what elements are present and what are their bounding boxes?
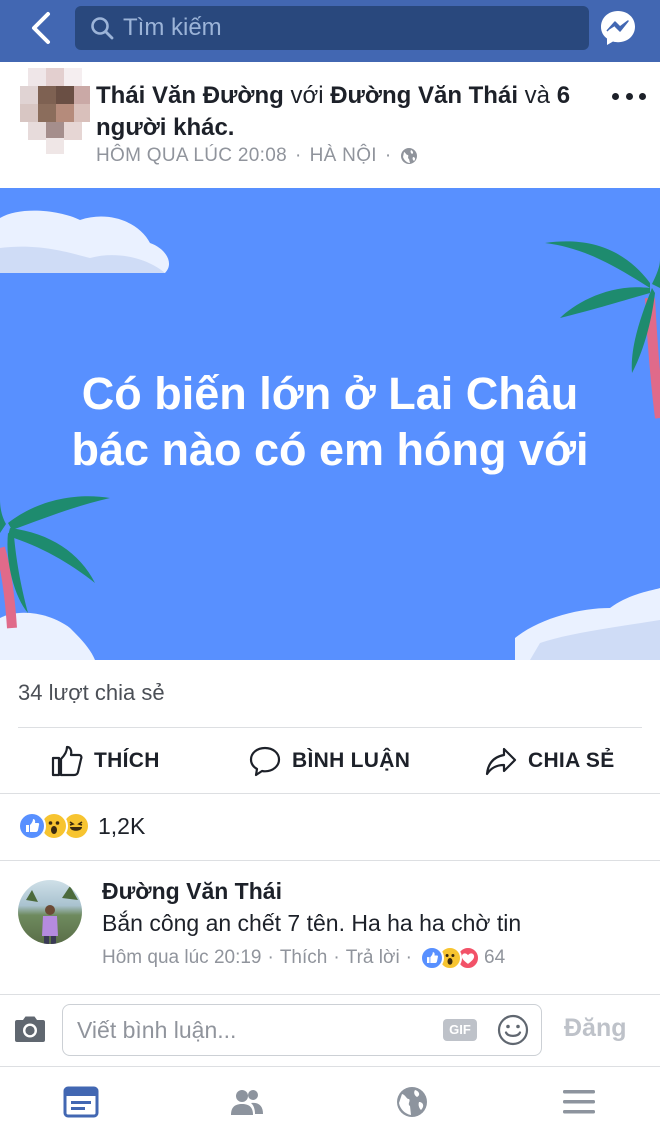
comment-time: Hôm qua lúc 20:19 [102, 947, 262, 968]
globe-icon[interactable] [394, 1085, 430, 1119]
banner-text: Có biến lớn ở Lai Châu bác nào có em hón… [0, 366, 660, 478]
post-title: Thái Văn Đường với Đường Văn Thái và 6 n… [96, 80, 596, 144]
sticker-icon[interactable] [497, 1014, 529, 1046]
back-icon[interactable] [22, 8, 62, 48]
bottom-tab-bar [0, 1066, 660, 1135]
post-time[interactable]: HÔM QUA LÚC 20:08 [96, 145, 287, 167]
post-comment-button[interactable]: Đăng [564, 1014, 627, 1043]
like-label: THÍCH [94, 749, 160, 772]
camera-icon[interactable] [13, 1014, 47, 1044]
search-placeholder: Tìm kiếm [123, 14, 222, 41]
thumbs-up-icon [51, 745, 83, 777]
and-word: và [524, 82, 551, 109]
comment-reply-link[interactable]: Trả lời [346, 947, 400, 969]
divider [18, 727, 642, 728]
divider [0, 793, 660, 794]
search-icon [91, 17, 114, 40]
post-actions: THÍCH BÌNH LUẬN CHIA SẺ [0, 730, 660, 792]
menu-icon[interactable] [561, 1085, 597, 1119]
comment-reaction-count: 64 [484, 947, 506, 968]
with-word: với [290, 82, 324, 109]
comment-label: BÌNH LUẬN [292, 749, 411, 772]
comment-input[interactable]: Viết bình luận... GIF [62, 1004, 542, 1056]
more-options-icon[interactable] [612, 84, 646, 108]
messenger-icon[interactable] [598, 8, 638, 48]
public-globe-icon [400, 148, 417, 164]
comment-button[interactable]: BÌNH LUẬN [248, 744, 410, 778]
comment-item: Đường Văn Thái Bắn công an chết 7 tên. H… [0, 862, 660, 994]
like-button[interactable]: THÍCH [50, 744, 160, 778]
reactions-summary[interactable]: 1,2K [18, 812, 145, 840]
comment-text: Bắn công an chết 7 tên. Ha ha ha chờ tin [102, 910, 522, 936]
divider [0, 994, 660, 995]
share-count[interactable]: 34 lượt chia sẻ [18, 680, 165, 706]
post-meta: HÔM QUA LÚC 20:08 · HÀ NỘI · [96, 145, 418, 167]
reaction-count: 1,2K [98, 812, 146, 839]
comment-icon [249, 746, 281, 777]
like-icon [420, 946, 444, 970]
post-location[interactable]: HÀ NỘI [310, 145, 377, 167]
share-button[interactable]: CHIA SẺ [484, 744, 615, 778]
banner-line-1: Có biến lớn ở Lai Châu [81, 368, 579, 419]
post-banner[interactable]: Có biến lớn ở Lai Châu bác nào có em hón… [0, 188, 660, 660]
friends-icon[interactable] [229, 1085, 265, 1119]
like-icon [18, 812, 46, 840]
share-label: CHIA SẺ [528, 749, 615, 772]
comment-placeholder: Viết bình luận... [77, 1017, 237, 1043]
tagged-name[interactable]: Đường Văn Thái [330, 82, 518, 109]
comment-meta: Hôm qua lúc 20:19 · Thích · Trả lời · 64 [102, 946, 506, 970]
banner-line-2: bác nào có em hóng với [71, 424, 589, 475]
search-bar[interactable]: Tìm kiếm [75, 6, 589, 50]
comment-like-link[interactable]: Thích [280, 947, 328, 969]
author-name[interactable]: Thái Văn Đường [96, 82, 284, 109]
divider [0, 860, 660, 861]
gif-button[interactable]: GIF [443, 1019, 477, 1041]
top-bar: Tìm kiếm [0, 0, 660, 62]
commenter-avatar[interactable] [18, 880, 82, 944]
share-icon [485, 747, 517, 776]
comment-composer: Viết bình luận... GIF Đăng [0, 996, 660, 1066]
news-feed-icon[interactable] [63, 1085, 99, 1119]
commenter-name[interactable]: Đường Văn Thái [102, 878, 282, 905]
author-avatar[interactable] [20, 68, 90, 154]
